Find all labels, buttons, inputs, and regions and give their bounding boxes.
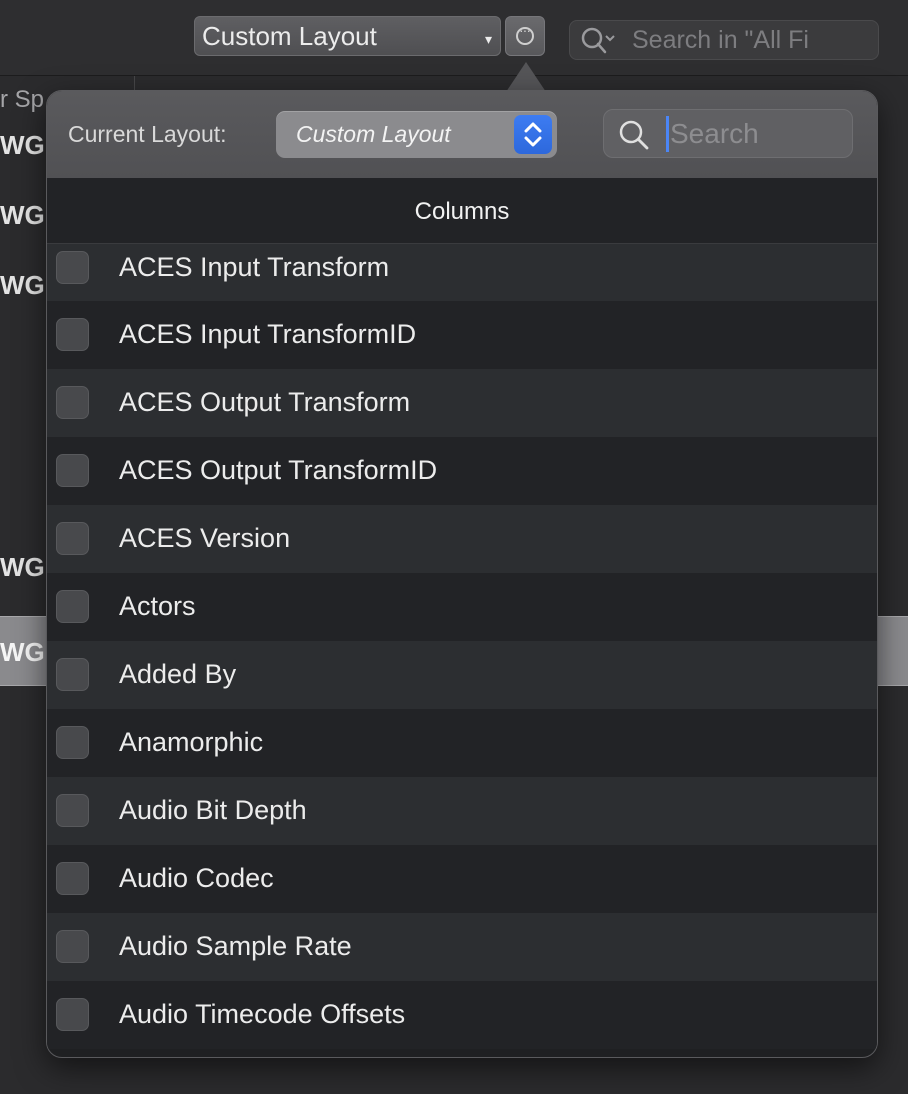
list-item[interactable]: Added By — [47, 641, 877, 709]
up-down-chevron-icon — [514, 115, 552, 154]
columns-title: Columns — [414, 198, 510, 225]
list-item[interactable]: Actors — [47, 573, 877, 641]
popover-arrow — [506, 62, 546, 92]
layout-options-button[interactable] — [505, 16, 545, 56]
column-label: ACES Version — [119, 523, 291, 553]
current-layout-value: Custom Layout — [296, 121, 451, 147]
list-item[interactable]: ACES Output TransformID — [47, 437, 877, 505]
current-layout-select[interactable]: Custom Layout — [276, 111, 557, 158]
column-label: Audio Bit Depth — [119, 795, 307, 825]
list-item[interactable]: Audio Sample Rate — [47, 913, 877, 981]
column-label: ACES Output TransformID — [119, 455, 438, 485]
columns-list[interactable]: ACES Input Transform ACES Input Transfor… — [47, 244, 877, 1057]
magnifier-icon — [619, 120, 649, 150]
popover-header: Current Layout: Custom Layout — [47, 91, 877, 178]
column-checkbox[interactable] — [56, 386, 89, 419]
column-checkbox[interactable] — [56, 250, 89, 284]
column-checkbox[interactable] — [56, 998, 89, 1031]
list-item[interactable]: Audio Codec — [47, 845, 877, 913]
background-cell: WG — [0, 130, 45, 160]
column-checkbox[interactable] — [56, 318, 89, 351]
ellipsis-circle-icon — [516, 22, 534, 45]
columns-header: Columns — [47, 178, 877, 244]
column-checkbox[interactable] — [56, 930, 89, 963]
list-item[interactable]: ACES Input TransformID — [47, 301, 877, 369]
column-label: Actors — [119, 591, 196, 621]
column-label: Audio Sample Rate — [119, 931, 352, 961]
column-label: ACES Input Transform — [119, 251, 390, 282]
list-item[interactable]: ACES Output Transform — [47, 369, 877, 437]
columns-search-field[interactable] — [603, 109, 853, 158]
list-item[interactable]: Audio Timecode Offsets — [47, 981, 877, 1049]
current-layout-label: Current Layout: — [68, 121, 227, 147]
column-divider — [134, 76, 135, 90]
search-with-dropdown-icon — [581, 27, 615, 54]
column-checkbox[interactable] — [56, 590, 89, 623]
background-cell: WG — [0, 637, 45, 667]
background-cell: WG — [0, 552, 45, 582]
background-column-header: r Sp — [0, 86, 45, 113]
background-cell: WG — [0, 270, 45, 300]
toolbar-search-placeholder: Search in "All Fi — [632, 26, 809, 54]
column-label: Added By — [119, 659, 237, 689]
columns-search-input[interactable] — [666, 116, 841, 152]
columns-popover: Current Layout: Custom Layout Columns AC… — [46, 90, 878, 1058]
column-checkbox[interactable] — [56, 862, 89, 895]
background-cell: WG — [0, 200, 45, 230]
list-item[interactable]: ACES Version — [47, 505, 877, 573]
column-checkbox[interactable] — [56, 794, 89, 827]
column-label: Audio Timecode Offsets — [119, 999, 406, 1029]
column-label: ACES Input TransformID — [119, 319, 417, 349]
list-item[interactable]: ACES Input Transform — [47, 244, 877, 301]
layout-popup-label: Custom Layout — [202, 21, 377, 51]
layout-popup-button[interactable]: Custom Layout ▾ — [194, 16, 501, 56]
dropdown-arrow-icon: ▾ — [484, 31, 492, 47]
column-checkbox[interactable] — [56, 454, 89, 487]
list-item[interactable]: Audio Bit Depth — [47, 777, 877, 845]
column-label: ACES Output Transform — [119, 387, 411, 417]
column-checkbox[interactable] — [56, 658, 89, 691]
column-checkbox[interactable] — [56, 522, 89, 555]
toolbar: Custom Layout ▾ Search in "All Fi — [0, 0, 908, 76]
column-checkbox[interactable] — [56, 726, 89, 759]
column-label: Anamorphic — [119, 727, 264, 757]
toolbar-search-field[interactable]: Search in "All Fi — [569, 20, 879, 60]
list-item[interactable]: Anamorphic — [47, 709, 877, 777]
column-label: Audio Codec — [119, 863, 274, 893]
